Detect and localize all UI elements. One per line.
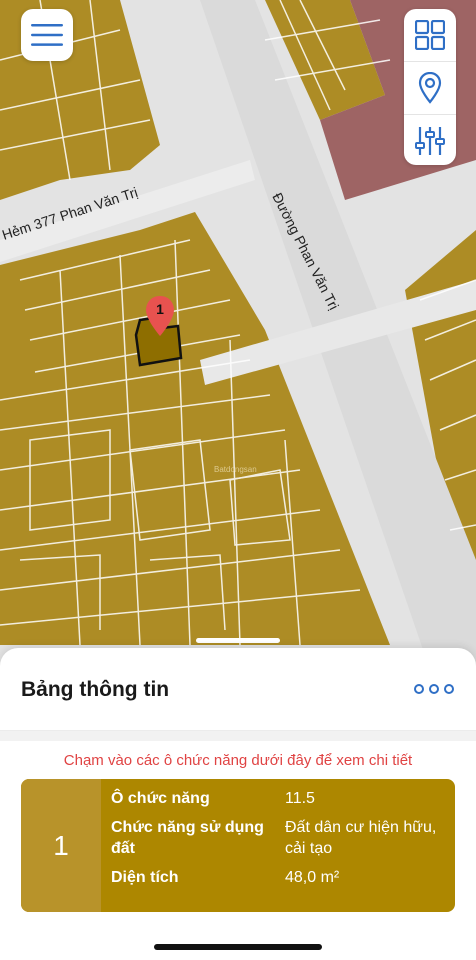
hamburger-menu-icon bbox=[31, 24, 63, 46]
info-panel: Bảng thông tin Chạm vào các ô chức năng … bbox=[0, 648, 476, 960]
land-function-card[interactable]: 1 Ô chức năng 11.5 Chức năng sử dụng đất… bbox=[21, 779, 455, 912]
map-tools bbox=[404, 9, 456, 165]
panel-title: Bảng thông tin bbox=[21, 678, 170, 701]
more-button[interactable] bbox=[414, 678, 454, 700]
card-value: Đất dân cư hiện hữu, cải tạo bbox=[285, 819, 437, 857]
map-watermark: Batdongsan bbox=[214, 465, 257, 474]
sliders-icon bbox=[415, 127, 445, 155]
grid-layers-icon bbox=[415, 20, 445, 50]
more-dots-icon bbox=[414, 684, 424, 694]
card-label: Diện tích bbox=[111, 869, 179, 886]
filter-button[interactable] bbox=[404, 115, 456, 165]
home-indicator[interactable] bbox=[154, 944, 322, 950]
card-value: 48,0 m² bbox=[285, 869, 340, 886]
card-index: 1 bbox=[21, 779, 101, 912]
pin-number: 1 bbox=[156, 301, 164, 317]
panel-divider bbox=[0, 731, 476, 741]
land-use-map[interactable]: Hẻm 377 Phan Văn Trị Đường Phan Văn Trị … bbox=[0, 0, 476, 670]
card-value: 11.5 bbox=[285, 790, 315, 807]
card-rows: Ô chức năng 11.5 Chức năng sử dụng đất Đ… bbox=[101, 779, 455, 912]
card-label: Ô chức năng bbox=[111, 790, 210, 807]
card-label: Chức năng sử dụng đất bbox=[111, 819, 264, 857]
more-dots-icon bbox=[444, 684, 454, 694]
panel-hint: Chạm vào các ô chức năng dưới đây để xem… bbox=[63, 752, 413, 769]
panel-header: Bảng thông tin bbox=[0, 648, 476, 731]
layers-button[interactable] bbox=[404, 9, 456, 62]
location-button[interactable] bbox=[404, 62, 456, 115]
card-row-land-use: Chức năng sử dụng đất Đất dân cư hiện hữ… bbox=[111, 817, 445, 859]
menu-button[interactable] bbox=[21, 9, 73, 61]
map-pin-icon bbox=[418, 72, 442, 104]
card-row-area: Diện tích 48,0 m² bbox=[111, 867, 445, 888]
panel-drag-handle[interactable] bbox=[196, 638, 280, 643]
card-row-function-cell: Ô chức năng 11.5 bbox=[111, 788, 445, 809]
more-dots-icon bbox=[429, 684, 439, 694]
